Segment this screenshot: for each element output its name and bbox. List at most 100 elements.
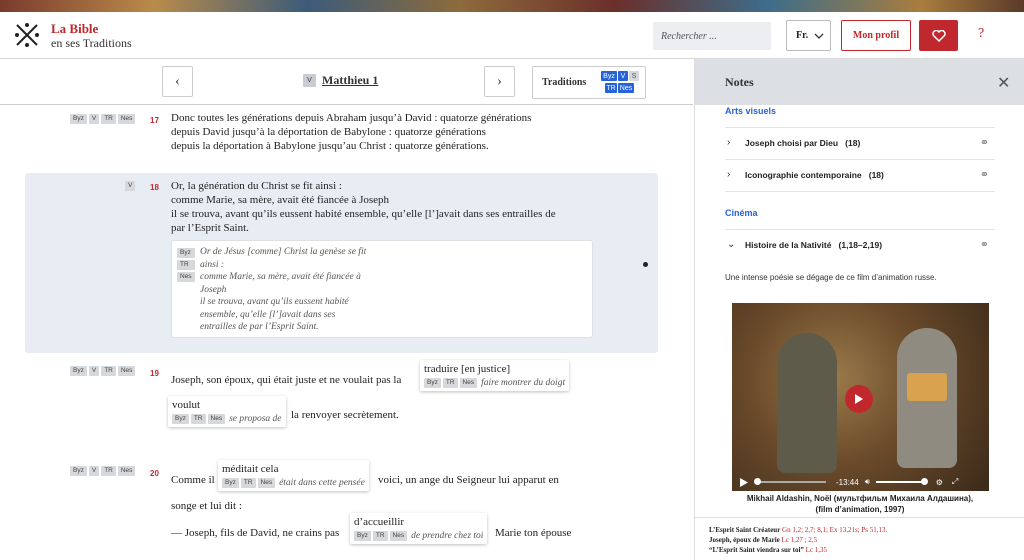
gloss-text: était dans cette pensée — [279, 478, 365, 488]
reference-link[interactable]: Lc 1,27 ; 2,5 — [782, 536, 818, 544]
volume-slider[interactable] — [875, 478, 928, 485]
book-chapter-title[interactable]: Matthieu 1 — [322, 73, 378, 88]
tag-tr[interactable]: TR — [372, 531, 388, 541]
tag-v[interactable]: V — [88, 466, 100, 476]
brand-subtitle[interactable]: en ses Traditions — [51, 36, 132, 51]
alt-text: Or de Jésus [comme] Christ la genèse se … — [200, 246, 400, 334]
note-item[interactable]: › Joseph choisi par Dieu (18) ⚭ — [725, 127, 995, 159]
verse-line: comme Marie, sa mère, avait été fiancée … — [171, 194, 390, 206]
verse-tags: Byz V TR Nes — [70, 114, 136, 124]
help-button[interactable]: ? — [978, 26, 984, 42]
gloss-popup[interactable]: voulut Byz TR Nes se proposa de — [168, 396, 286, 427]
note-item[interactable]: › Iconographie contemporaine (18) ⚭ — [725, 159, 995, 191]
tag-byz[interactable]: Byz — [222, 478, 239, 488]
divider — [725, 191, 995, 201]
tag-nes[interactable]: Nes — [177, 272, 195, 282]
tag-byz[interactable]: Byz — [70, 466, 87, 476]
reference-link[interactable]: Gn 1,2; 2,7; 8,1; Ex 13,21s; Ps 51,13. — [782, 526, 887, 534]
tag-tr[interactable]: TR — [190, 414, 206, 424]
verse-text: Marie ton épouse — [495, 527, 572, 539]
caption-line: (film d’animation, 1997) — [815, 505, 905, 514]
tradition-badge-s[interactable]: S — [629, 71, 639, 81]
close-icon[interactable]: ✕ — [997, 73, 1010, 93]
tag-nes[interactable]: Nes — [117, 466, 136, 476]
glossed-word[interactable]: voulut — [172, 399, 200, 411]
tradition-badge-byz[interactable]: Byz — [601, 71, 617, 81]
verse-number: 19 — [150, 369, 159, 378]
glossed-word[interactable]: méditait cela — [222, 463, 279, 475]
gloss-text: de prendre chez toi — [411, 531, 484, 541]
next-chapter-button[interactable]: › — [484, 66, 515, 97]
tag-v[interactable]: V — [88, 366, 100, 376]
verse-tags: Byz V TR Nes — [70, 366, 136, 376]
settings-icon[interactable]: ⚙ — [936, 478, 943, 487]
caption-line: Mikhail Aldashin, Noël (мультфильм Михаи… — [746, 494, 974, 503]
note-description: Une intense poésie se dégage de ce film … — [725, 273, 937, 282]
tag-nes[interactable]: Nes — [389, 531, 408, 541]
progress-bar[interactable] — [754, 478, 826, 485]
gloss-text: faire montrer du doigt — [481, 378, 566, 388]
tag-byz[interactable]: Byz — [70, 114, 87, 124]
volume-icon[interactable]: 🔊︎ — [865, 477, 870, 487]
gloss-popup[interactable]: traduire [en justice] Byz TR Nes faire m… — [420, 360, 570, 391]
brand-title[interactable]: La Bible — [51, 21, 98, 37]
notes-title: Notes — [725, 75, 754, 89]
tag-nes[interactable]: Nes — [207, 414, 226, 424]
link-icon[interactable]: ⚭ — [980, 238, 989, 251]
tag-v[interactable]: V — [125, 181, 136, 191]
logo-icon[interactable] — [14, 22, 40, 48]
tag-nes[interactable]: Nes — [459, 378, 478, 388]
tag-byz[interactable]: Byz — [424, 378, 441, 388]
verse-line: depuis David jusqu’à la déportation de B… — [171, 126, 486, 138]
top-decorative-strip — [0, 0, 1024, 12]
tag-byz[interactable]: Byz — [70, 366, 87, 376]
verse-text: Or, la génération du Christ se fit ainsi… — [171, 179, 556, 235]
tag-tr[interactable]: TR — [101, 114, 116, 124]
references-bar: L’Esprit Saint Créateur Gn 1,2; 2,7; 8,1… — [695, 517, 1024, 560]
gloss-popup[interactable]: d’accueillir Byz TR Nes de prendre chez … — [350, 513, 488, 544]
alt-line: entrailles de par l’Esprit Saint. — [200, 322, 319, 332]
section-heading: Cinéma — [725, 208, 758, 218]
alt-line: Joseph — [200, 284, 227, 295]
tag-tr[interactable]: TR — [177, 260, 195, 270]
tag-tr[interactable]: TR — [101, 466, 116, 476]
note-item-expanded[interactable]: ⌄ Histoire de la Nativité (1,18–2,19) ⚭ — [725, 229, 995, 261]
link-icon[interactable]: ⚭ — [980, 168, 989, 181]
glossed-word[interactable]: traduire [en justice] — [424, 363, 510, 375]
bullet-dot — [643, 262, 648, 267]
glossed-word[interactable]: d’accueillir — [354, 516, 404, 528]
tradition-badge-v[interactable]: V — [618, 71, 628, 81]
favorites-button[interactable] — [919, 20, 958, 51]
verse-number: 18 — [150, 183, 159, 192]
verse-line: par l’Esprit Saint. — [171, 222, 249, 234]
reference-link[interactable]: Lc 1,35 — [806, 546, 827, 554]
tag-nes[interactable]: Nes — [117, 366, 136, 376]
tag-nes[interactable]: Nes — [117, 114, 136, 124]
verse-line: depuis la déportation à Babylone jusqu’a… — [171, 140, 489, 152]
traditions-selector[interactable]: Traditions Byz V S TR Nes — [532, 66, 646, 99]
gloss-popup[interactable]: méditait cela Byz TR Nes était dans cett… — [218, 460, 369, 491]
tag-tr[interactable]: TR — [240, 478, 256, 488]
tag-tr[interactable]: TR — [101, 366, 116, 376]
tag-byz[interactable]: Byz — [354, 531, 371, 541]
tag-nes[interactable]: Nes — [257, 478, 276, 488]
tag-tr[interactable]: TR — [442, 378, 458, 388]
tag-v[interactable]: V — [88, 114, 100, 124]
search-input[interactable] — [653, 22, 771, 50]
verse-text: Donc toutes les générations depuis Abrah… — [171, 111, 531, 153]
video-figure — [777, 333, 837, 473]
link-icon[interactable]: ⚭ — [980, 136, 989, 149]
profile-button[interactable]: Mon profil — [841, 20, 911, 51]
tradition-badge-nes[interactable]: Nes — [618, 83, 634, 93]
video-controls: -13:44 🔊︎ ⚙ ⤢ — [732, 473, 989, 491]
tag-byz[interactable]: Byz — [172, 414, 189, 424]
tradition-badge-tr[interactable]: TR — [605, 83, 617, 93]
play-button[interactable] — [845, 385, 873, 413]
video-time: -13:44 — [836, 477, 859, 487]
tag-byz[interactable]: Byz — [177, 248, 195, 258]
fullscreen-icon[interactable]: ⤢ — [952, 477, 958, 487]
video-player[interactable]: -13:44 🔊︎ ⚙ ⤢ — [732, 303, 989, 491]
language-select[interactable]: Fr. — [786, 20, 831, 51]
previous-chapter-button[interactable]: ‹ — [162, 66, 193, 97]
play-small-icon[interactable] — [740, 477, 748, 487]
